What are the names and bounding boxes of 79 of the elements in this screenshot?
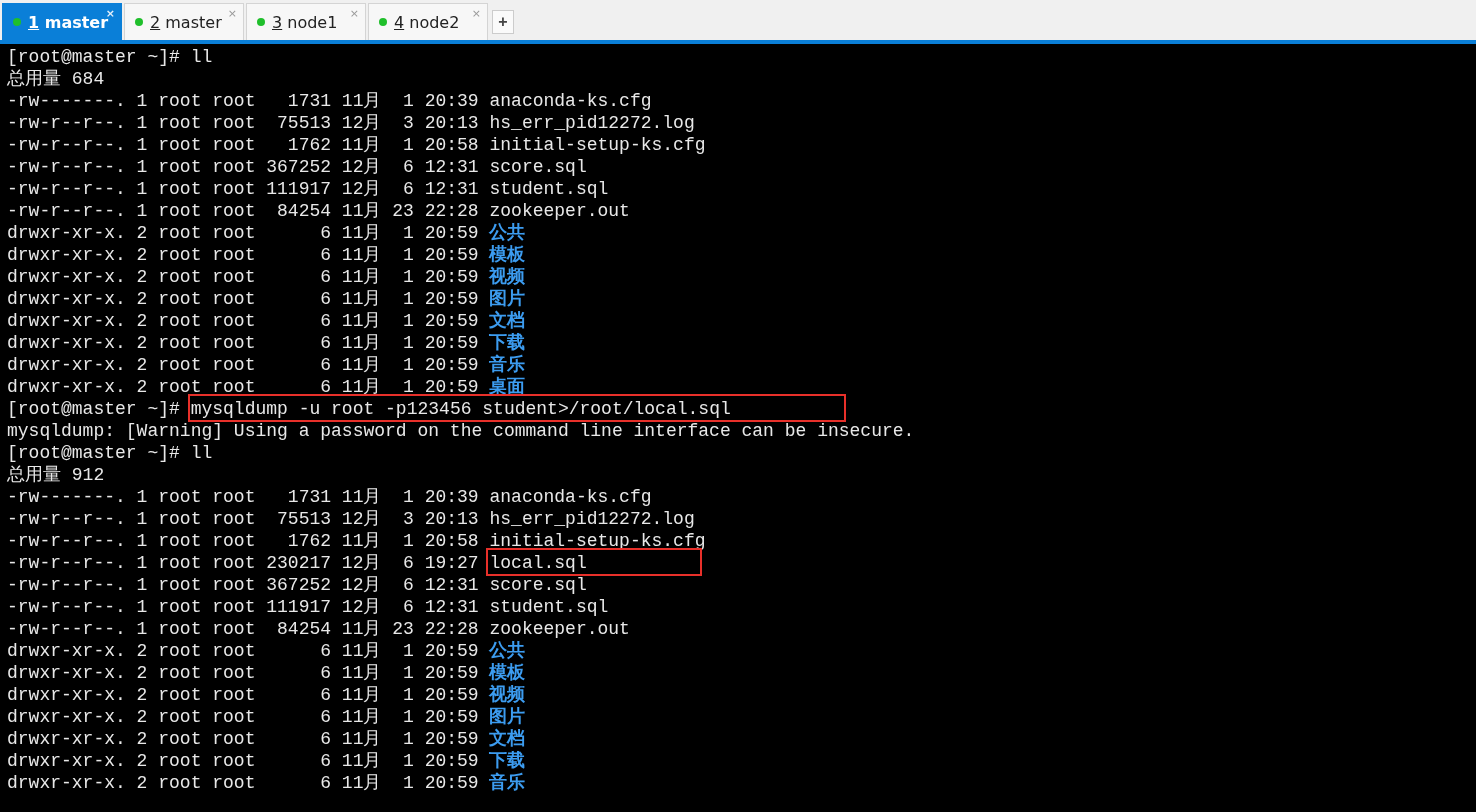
terminal-text: -rw-r--r--. 1 root root 367252 12月 6 12:31 bbox=[7, 575, 480, 595]
status-dot-icon bbox=[379, 18, 387, 26]
session-tab[interactable]: 2 master × bbox=[124, 3, 244, 40]
terminal-text: drwxr-xr-x. 2 root root 6 11月 1 20:59 bbox=[7, 223, 480, 243]
status-dot-icon bbox=[13, 18, 21, 26]
terminal-text: -rw-r--r--. 1 root root 367252 12月 6 12:31 bbox=[7, 157, 480, 177]
directory-name: 下载 bbox=[489, 751, 526, 771]
close-icon[interactable]: × bbox=[349, 7, 359, 20]
terminal-text: -rw-------. 1 root root 1731 11月 1 20:39 bbox=[7, 91, 480, 111]
status-dot-icon bbox=[135, 18, 143, 26]
new-tab-button[interactable]: + bbox=[492, 10, 514, 34]
session-tab[interactable]: 4 node2 × bbox=[368, 3, 488, 40]
terminal-text: drwxr-xr-x. 2 root root 6 11月 1 20:59 bbox=[7, 751, 480, 771]
terminal-text: drwxr-xr-x. 2 root root 6 11月 1 20:59 bbox=[7, 663, 480, 683]
terminal-text: 总用量 684 bbox=[7, 69, 105, 89]
terminal-text: -rw-r--r--. 1 root root 1762 11月 1 20:58 bbox=[7, 135, 480, 155]
terminal-text: anaconda-ks.cfg bbox=[489, 91, 652, 111]
terminal-text: initial-setup-ks.cfg bbox=[489, 531, 706, 551]
directory-name: 图片 bbox=[489, 289, 526, 309]
terminal-text: [root@master ~]# ll bbox=[7, 47, 213, 67]
terminal-text: zookeeper.out bbox=[489, 619, 630, 639]
close-icon[interactable]: × bbox=[471, 7, 481, 20]
terminal-text: drwxr-xr-x. 2 root root 6 11月 1 20:59 bbox=[7, 267, 480, 287]
directory-name: 文档 bbox=[489, 311, 526, 331]
directory-name: 模板 bbox=[489, 663, 526, 683]
terminal-text: 总用量 912 bbox=[7, 465, 105, 485]
terminal-text: drwxr-xr-x. 2 root root 6 11月 1 20:59 bbox=[7, 311, 480, 331]
terminal-text: student.sql bbox=[489, 597, 609, 617]
terminal-text: drwxr-xr-x. 2 root root 6 11月 1 20:59 bbox=[7, 355, 480, 375]
highlighted-text: mysqldump -u root -p123456 student>/root/local.sql bbox=[190, 397, 843, 419]
terminal-text: zookeeper.out bbox=[489, 201, 630, 221]
session-tab[interactable]: 1 master× bbox=[2, 3, 122, 40]
close-icon[interactable]: × bbox=[227, 7, 237, 20]
terminal-text: drwxr-xr-x. 2 root root 6 11月 1 20:59 bbox=[7, 333, 480, 353]
terminal-text: drwxr-xr-x. 2 root root 6 11月 1 20:59 bbox=[7, 377, 480, 397]
terminal-text: [root@master ~]# bbox=[7, 399, 181, 419]
directory-name: 文档 bbox=[489, 729, 526, 749]
terminal-text: student.sql bbox=[489, 179, 609, 199]
tab-label: 3 node1 bbox=[272, 12, 338, 32]
directory-name: 公共 bbox=[489, 641, 526, 661]
directory-name: 音乐 bbox=[489, 773, 526, 793]
terminal-text: -rw-r--r--. 1 root root 84254 11月 23 22:28 bbox=[7, 619, 480, 639]
terminal-text: -rw-r--r--. 1 root root 75513 12月 3 20:13 bbox=[7, 509, 480, 529]
directory-name: 视频 bbox=[489, 685, 526, 705]
terminal-text: [root@master ~]# ll bbox=[7, 443, 213, 463]
terminal-text: drwxr-xr-x. 2 root root 6 11月 1 20:59 bbox=[7, 245, 480, 265]
terminal-text: drwxr-xr-x. 2 root root 6 11月 1 20:59 bbox=[7, 685, 480, 705]
terminal-text: drwxr-xr-x. 2 root root 6 11月 1 20:59 bbox=[7, 289, 480, 309]
directory-name: 下载 bbox=[489, 333, 526, 353]
highlighted-text: local.sql bbox=[489, 551, 699, 573]
terminal-text: hs_err_pid12272.log bbox=[489, 509, 695, 529]
terminal-text: initial-setup-ks.cfg bbox=[489, 135, 706, 155]
terminal-text: drwxr-xr-x. 2 root root 6 11月 1 20:59 bbox=[7, 729, 480, 749]
terminal-text: anaconda-ks.cfg bbox=[489, 487, 652, 507]
terminal-text: -rw-r--r--. 1 root root 75513 12月 3 20:13 bbox=[7, 113, 480, 133]
tab-label: 4 node2 bbox=[394, 12, 460, 32]
terminal-text: score.sql bbox=[489, 575, 587, 595]
directory-name: 公共 bbox=[489, 223, 526, 243]
directory-name: 视频 bbox=[489, 267, 526, 287]
terminal-text: -rw-r--r--. 1 root root 111917 12月 6 12:31 bbox=[7, 179, 480, 199]
directory-name: 模板 bbox=[489, 245, 526, 265]
terminal-text: drwxr-xr-x. 2 root root 6 11月 1 20:59 bbox=[7, 707, 480, 727]
terminal-text: hs_err_pid12272.log bbox=[489, 113, 695, 133]
terminal-text: -rw-r--r--. 1 root root 1762 11月 1 20:58 bbox=[7, 531, 480, 551]
session-tab[interactable]: 3 node1 × bbox=[246, 3, 366, 40]
terminal-text: -rw-r--r--. 1 root root 111917 12月 6 12:31 bbox=[7, 597, 480, 617]
status-dot-icon bbox=[257, 18, 265, 26]
directory-name: 音乐 bbox=[489, 355, 526, 375]
terminal-text: score.sql bbox=[489, 157, 587, 177]
terminal-text: -rw-------. 1 root root 1731 11月 1 20:39 bbox=[7, 487, 480, 507]
terminal-text: drwxr-xr-x. 2 root root 6 11月 1 20:59 bbox=[7, 641, 480, 661]
tab-label: 2 master bbox=[150, 12, 222, 32]
directory-name: 图片 bbox=[489, 707, 526, 727]
terminal-text: -rw-r--r--. 1 root root 230217 12月 6 19:27 bbox=[7, 553, 480, 573]
close-icon[interactable]: × bbox=[105, 7, 115, 20]
directory-name: 桌面 bbox=[489, 377, 526, 397]
terminal-text: mysqldump: [Warning] Using a password on the command line interface can be insecure. bbox=[7, 421, 915, 441]
terminal-text: drwxr-xr-x. 2 root root 6 11月 1 20:59 bbox=[7, 773, 480, 793]
terminal-text: -rw-r--r--. 1 root root 84254 11月 23 22:28 bbox=[7, 201, 480, 221]
